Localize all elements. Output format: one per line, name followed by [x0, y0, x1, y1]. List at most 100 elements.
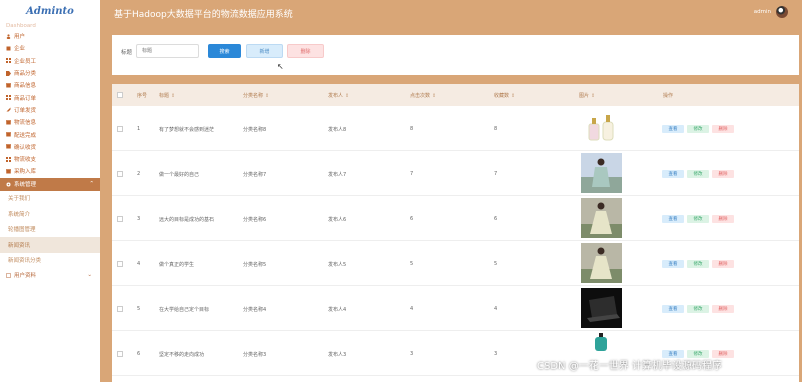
- row-actions: 查看 修改 删除: [662, 125, 734, 133]
- sidebar-subitem[interactable]: 新闻资讯: [0, 237, 100, 253]
- delete-row-button[interactable]: 删除: [712, 215, 734, 223]
- sidebar-subitem[interactable]: 新闻资讯分类: [0, 253, 100, 269]
- sidebar-item[interactable]: 采购入库: [0, 165, 100, 177]
- column-header-label: 收藏数: [494, 93, 510, 99]
- row-thumbnail[interactable]: [581, 243, 622, 283]
- edit-button[interactable]: 修改: [687, 305, 709, 313]
- sort-icon[interactable]: ⇕: [511, 93, 515, 99]
- row-checkbox[interactable]: [117, 126, 123, 132]
- sidebar-item-label: 采购入库: [14, 169, 37, 176]
- row-checkbox[interactable]: [117, 306, 123, 312]
- column-header-label: 发布人: [328, 93, 344, 99]
- row-checkbox[interactable]: [117, 171, 123, 177]
- column-header: 操作: [663, 92, 673, 99]
- watermark: CSDN @一花一世界 计算机毕设源码程序: [537, 361, 722, 372]
- row-thumbnail[interactable]: [581, 198, 622, 238]
- delete-button[interactable]: 删除: [287, 44, 324, 58]
- sidebar-item[interactable]: 订单发货: [0, 104, 100, 116]
- sidebar-item[interactable]: 确认收货: [0, 141, 100, 153]
- column-header[interactable]: 收藏数 ⇕: [494, 92, 515, 99]
- row-actions: 查看 修改 删除: [662, 170, 734, 178]
- column-header[interactable]: 分类名称 ⇕: [243, 92, 269, 99]
- sort-icon[interactable]: ⇕: [432, 93, 436, 99]
- sort-icon[interactable]: ⇕: [345, 93, 349, 99]
- row-thumbnail[interactable]: [581, 288, 622, 328]
- select-all-checkbox[interactable]: [117, 92, 123, 98]
- column-header[interactable]: 图片 ⇕: [579, 92, 595, 99]
- column-header-label: 序号: [137, 93, 148, 99]
- row-checkbox[interactable]: [117, 216, 123, 222]
- cell-index: 3: [137, 216, 141, 222]
- row-checkbox[interactable]: [117, 261, 123, 267]
- sidebar-subitem[interactable]: 关于我们: [0, 191, 100, 207]
- sort-icon[interactable]: ⇕: [171, 93, 175, 99]
- edit-button[interactable]: 修改: [687, 125, 709, 133]
- search-label: 标题: [121, 50, 133, 56]
- search-input[interactable]: [136, 44, 199, 58]
- sidebar-item-label: 配送完成: [14, 132, 37, 139]
- table-row: 4 做个真正的学生 分类名称5 发布人5 5 5 查看 修改 删除: [112, 241, 799, 286]
- sidebar-item[interactable]: 商品订单: [0, 91, 100, 103]
- username[interactable]: admin: [754, 9, 771, 15]
- sidebar-item-label: 物流收支: [14, 157, 37, 164]
- grid-icon: [6, 156, 11, 162]
- box-icon: [6, 169, 11, 174]
- sidebar-item[interactable]: 用户: [0, 30, 100, 42]
- table-row: 5 在大学给自己定个目标 分类名称4 发布人4 4 4 查看 修改 删除: [112, 286, 799, 331]
- view-button[interactable]: 查看: [662, 215, 684, 223]
- user-menu[interactable]: admin: [754, 6, 788, 18]
- delete-row-button[interactable]: 删除: [712, 170, 734, 178]
- view-button[interactable]: 查看: [662, 125, 684, 133]
- sidebar-item[interactable]: 物流收支: [0, 153, 100, 165]
- sidebar-item-label: 确认收货: [14, 144, 37, 151]
- edit-button[interactable]: 修改: [687, 260, 709, 268]
- column-header[interactable]: 标题 ⇕: [159, 92, 175, 99]
- sidebar-item-dashboard[interactable]: Dashboard: [0, 22, 100, 30]
- cell-publisher: 发布人6: [328, 217, 347, 223]
- sidebar-subitem[interactable]: 系统简介: [0, 206, 100, 222]
- view-button[interactable]: 查看: [662, 170, 684, 178]
- edit-button[interactable]: 修改: [687, 215, 709, 223]
- edit-button[interactable]: 修改: [687, 170, 709, 178]
- view-button[interactable]: 查看: [662, 260, 684, 268]
- sidebar-item[interactable]: 商品信息: [0, 79, 100, 91]
- sidebar-item[interactable]: 物流信息: [0, 116, 100, 128]
- cell-favorites: 4: [494, 306, 498, 312]
- app-logo[interactable]: Adminto: [0, 0, 100, 22]
- search-button[interactable]: 搜索: [208, 44, 241, 58]
- cell-publisher: 发布人3: [328, 352, 347, 358]
- delete-row-button[interactable]: 删除: [712, 305, 734, 313]
- table-row: 2 做一个最好的自己 分类名称7 发布人7 7 7 查看 修改 删除: [112, 151, 799, 196]
- cell-clicks: 4: [410, 306, 414, 312]
- sort-icon[interactable]: ⇕: [591, 93, 595, 99]
- sidebar-item[interactable]: 企业员工: [0, 55, 100, 67]
- sidebar-item-system-management[interactable]: 系统管理 ⌃: [0, 177, 100, 191]
- sort-icon[interactable]: ⇕: [265, 93, 269, 99]
- table-header: 序号 标题 ⇕ 分类名称 ⇕ 发布人 ⇕ 点击次数 ⇕ 收藏数 ⇕ 图片 ⇕ 操作: [112, 84, 799, 106]
- cell-clicks: 6: [410, 216, 414, 222]
- view-button[interactable]: 查看: [662, 305, 684, 313]
- column-header-label: 操作: [663, 93, 674, 99]
- cell-title: 在大学给自己定个目标: [159, 307, 210, 313]
- person-icon: [6, 272, 11, 278]
- cell-title: 有了梦想就不会感到迷茫: [159, 127, 215, 133]
- sidebar-item-user-profile[interactable]: 用户资料 ⌄: [0, 268, 100, 282]
- sidebar-item[interactable]: 企业: [0, 42, 100, 54]
- user-icon: [6, 34, 11, 39]
- sidebar-item-label: 商品分类: [14, 71, 37, 78]
- cell-clicks: 7: [410, 171, 414, 177]
- row-thumbnail[interactable]: [581, 153, 622, 193]
- cell-favorites: 3: [494, 351, 498, 357]
- sidebar-subitem[interactable]: 轮播图管理: [0, 222, 100, 238]
- column-header[interactable]: 点击次数 ⇕: [410, 92, 436, 99]
- row-checkbox[interactable]: [117, 351, 123, 357]
- add-button[interactable]: 新增: [246, 44, 283, 58]
- delete-row-button[interactable]: 删除: [712, 260, 734, 268]
- sidebar-item[interactable]: 商品分类: [0, 67, 100, 79]
- column-header[interactable]: 发布人 ⇕: [328, 92, 349, 99]
- column-header-label: 图片: [579, 93, 590, 99]
- avatar[interactable]: [776, 6, 788, 18]
- row-thumbnail[interactable]: [581, 108, 622, 148]
- sidebar-item[interactable]: 配送完成: [0, 128, 100, 140]
- delete-row-button[interactable]: 删除: [712, 125, 734, 133]
